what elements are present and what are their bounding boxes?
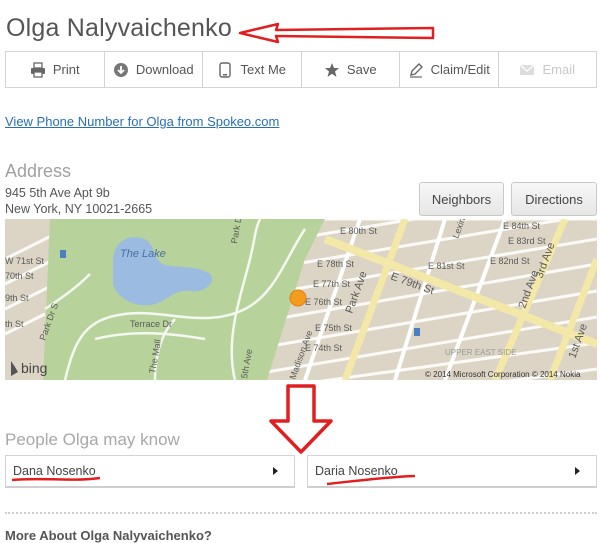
- caret-right-icon: [273, 467, 278, 475]
- annotation-underline-icon: [326, 474, 416, 486]
- address-map[interactable]: The Lake Terrace Dr Park Dr S The Mall 5…: [5, 219, 597, 380]
- star-icon: [324, 62, 339, 77]
- profile-name: Olga Nalyvaichenko: [6, 14, 232, 42]
- map-label-upper-east-side: UPPER EAST SIDE: [445, 348, 516, 357]
- download-button[interactable]: Download: [104, 52, 203, 87]
- save-button[interactable]: Save: [301, 52, 400, 87]
- print-button[interactable]: Print: [6, 52, 105, 87]
- map-label-w68: th St: [5, 319, 24, 329]
- email-button[interactable]: Email: [498, 52, 596, 87]
- save-label: Save: [346, 62, 377, 77]
- text-me-icon: [219, 61, 232, 78]
- map-label-e74: E 74th St: [305, 343, 343, 353]
- claim-edit-button[interactable]: Claim/Edit: [400, 52, 499, 87]
- directions-button[interactable]: Directions: [511, 182, 597, 216]
- envelope-icon: [520, 64, 535, 75]
- claim-edit-label: Claim/Edit: [430, 62, 490, 77]
- more-about-heading: More About Olga Nalyvaichenko?: [5, 528, 212, 543]
- annotation-underline-icon: [11, 476, 101, 482]
- map-label-e78: E 78th St: [317, 259, 355, 269]
- subway-pin-icon: [414, 328, 420, 336]
- printer-icon: [30, 61, 45, 78]
- view-phone-link[interactable]: View Phone Number for Olga from Spokeo.c…: [5, 114, 279, 129]
- people-heading: People Olga may know: [5, 430, 180, 449]
- map-label-e80: E 80th St: [340, 226, 378, 236]
- action-toolbar: Print Download Text Me Save Claim/Edit E…: [5, 51, 597, 88]
- person-card-dana[interactable]: Dana Nosenko: [5, 455, 295, 488]
- neighbors-button[interactable]: Neighbors: [419, 182, 504, 216]
- map-copyright: © 2014 Microsoft Corporation © 2014 Noki…: [425, 370, 581, 379]
- download-label: Download: [135, 62, 194, 77]
- map-label-w70: 70th St: [5, 271, 34, 281]
- annotation-arrow-icon: [238, 22, 435, 44]
- bing-label: bing: [21, 360, 47, 376]
- map-label-terrace: Terrace Dr: [130, 319, 172, 329]
- text-me-label: Text Me: [240, 62, 286, 77]
- pencil-icon: [409, 62, 423, 78]
- location-marker-icon[interactable]: [289, 289, 307, 307]
- map-label-e75: E 75th St: [315, 323, 353, 333]
- map-label-w69: 9th St: [5, 293, 29, 303]
- subway-pin-icon: [60, 250, 66, 258]
- text-me-button[interactable]: Text Me: [203, 52, 302, 87]
- annotation-down-arrow-icon: [269, 384, 333, 454]
- map-label-e84: E 84th St: [503, 221, 541, 231]
- map-label-lake: The Lake: [120, 248, 166, 260]
- address-line-2: New York, NY 10021-2665: [5, 202, 153, 216]
- caret-right-icon: [575, 467, 580, 475]
- map-label-w71: W 71st St: [5, 256, 45, 266]
- map-label-e83: E 83rd St: [508, 236, 546, 246]
- map-label-e77: E 77th St: [313, 279, 351, 289]
- map-label-e76: E 76th St: [305, 297, 343, 307]
- map-label-e82: E 82nd St: [490, 256, 530, 266]
- section-divider: [5, 512, 597, 514]
- download-icon: [113, 62, 128, 77]
- email-label: Email: [542, 62, 575, 77]
- address-line-1: 945 5th Ave Apt 9b: [5, 186, 110, 200]
- print-label: Print: [52, 62, 80, 77]
- map-label-e81: E 81st St: [428, 261, 465, 271]
- address-heading: Address: [5, 161, 72, 181]
